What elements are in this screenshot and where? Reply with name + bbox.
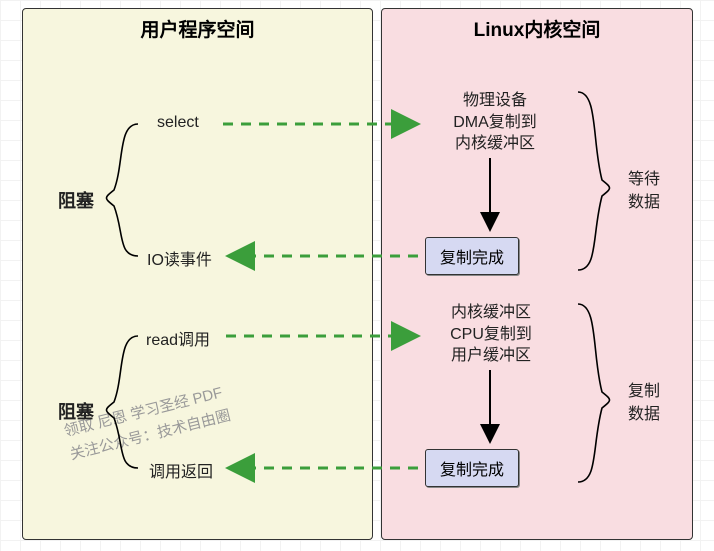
kernel-copy-done-2: 复制完成 xyxy=(425,449,519,487)
kernel-space-title: Linux内核空间 xyxy=(382,15,692,42)
kernel-step3-line1: 内核缓冲区 xyxy=(436,302,546,324)
kernel-step3-line3: 用户缓冲区 xyxy=(436,345,546,367)
kernel-step1-line2: DMA复制到 xyxy=(440,112,550,134)
io-event-label: IO读事件 xyxy=(147,246,212,270)
kernel-step3-line2: CPU复制到 xyxy=(436,324,546,346)
copy-data-label-1: 复制 xyxy=(628,377,660,401)
copy-data-label-2: 数据 xyxy=(628,400,660,424)
wait-data-label-2: 数据 xyxy=(628,188,660,212)
kernel-step3-text: 内核缓冲区 CPU复制到 用户缓冲区 xyxy=(436,302,546,367)
blocking-label-1: 阻塞 xyxy=(58,187,94,213)
kernel-step1-line1: 物理设备 xyxy=(440,90,550,112)
select-label: select xyxy=(157,114,199,132)
call-return-label: 调用返回 xyxy=(149,458,213,482)
user-space-title: 用户程序空间 xyxy=(23,15,372,42)
kernel-step1-line3: 内核缓冲区 xyxy=(440,133,550,155)
blocking-label-2: 阻塞 xyxy=(58,398,94,424)
read-call-label: read调用 xyxy=(146,326,210,350)
kernel-step1-text: 物理设备 DMA复制到 内核缓冲区 xyxy=(440,90,550,155)
kernel-copy-done-1: 复制完成 xyxy=(425,237,519,275)
wait-data-label-1: 等待 xyxy=(628,165,660,189)
